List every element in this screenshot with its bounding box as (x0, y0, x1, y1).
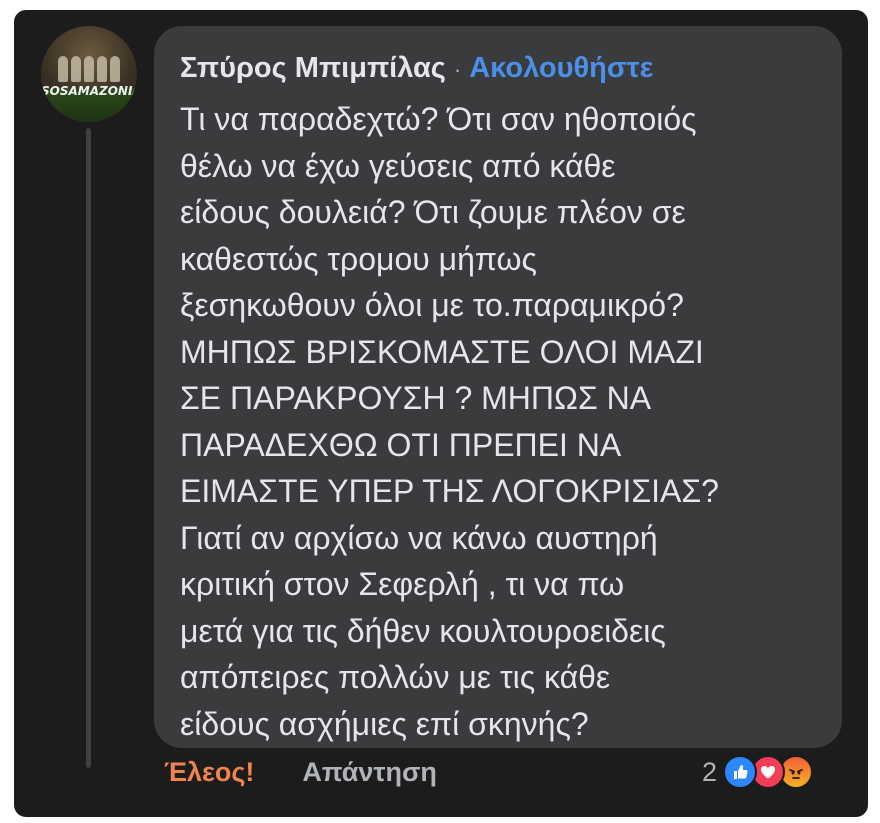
comment-line: ΣΕ ΠΑΡΑΚΡΟΥΣΗ ? ΜΗΠΩΣ ΝΑ (180, 380, 652, 416)
separator-dot: · (453, 57, 462, 82)
avatar[interactable]: SOSAMAZONIA (41, 26, 137, 122)
reaction-count: 2 (702, 756, 718, 787)
like-icon (723, 755, 758, 789)
comment-line: κριτική στον Σεφερλή , τι να πω (180, 566, 625, 602)
comment-line: ΕΙΜΑΣΤΕ ΥΠΕΡ ΤΗΣ ΛΟΓΟΚΡΙΣΙΑΣ? (180, 473, 719, 509)
comment-line: καθεστώς τρομου μήπως (180, 240, 537, 277)
reaction-button[interactable]: Έλεος! (164, 757, 254, 788)
comment-line: Τι να παραδεχτώ? Ότι σαν ηθοποιός (180, 101, 697, 137)
comment-line: είδους ασχήμιες επί σκηνής? (180, 705, 589, 742)
comment-line: ξεσηκωθουν όλοι με το.παραμικρό? (180, 287, 684, 323)
comment-line: ΜΗΠΩΣ ΒΡΙΣΚΟΜΑΣΤΕ ΟΛΟΙ ΜΑΖΙ (180, 333, 704, 370)
comment-line: μετά για τις δήθεν κουλτουροειδεις (180, 612, 666, 649)
reply-button[interactable]: Απάντηση (302, 757, 437, 788)
author-name[interactable]: Σπύρος Μπιμπίλας (180, 52, 446, 85)
comment-line: θέλω να έχω γεύσεις από κάθε (180, 147, 616, 184)
comment-card: SOSAMAZONIA Σπύρος Μπιμπίλας · Ακολουθήσ… (14, 10, 868, 817)
comment-line: είδους δουλειά? Ότι ζουμε πλέον σε (180, 194, 686, 230)
comment-actions: Έλεος! Απάντηση (164, 752, 437, 792)
avatar-figures (51, 56, 127, 86)
follow-button[interactable]: Ακολουθήστε (469, 52, 653, 85)
comment-line: απόπειρες πολλών με τις κάθε (180, 659, 611, 695)
thread-line (86, 128, 91, 768)
comment-line: ΠΑΡΑΔΕΧΘΩ ΟΤΙ ΠΡΕΠΕΙ ΝΑ (180, 426, 622, 463)
avatar-logo-text: SOSAMAZONIA (41, 84, 137, 98)
comment-header: Σπύρος Μπιμπίλας · Ακολουθήστε (180, 52, 653, 92)
reaction-summary[interactable]: 2 (702, 754, 814, 790)
comment-bubble: Σπύρος Μπιμπίλας · Ακολουθήστε Τι να παρ… (154, 26, 842, 748)
comment-line: Γιατί αν αρχίσω να κάνω αυστηρή (180, 519, 658, 556)
comment-text: Τι να παραδεχτώ? Ότι σαν ηθοποιός θέλω ν… (180, 96, 830, 747)
